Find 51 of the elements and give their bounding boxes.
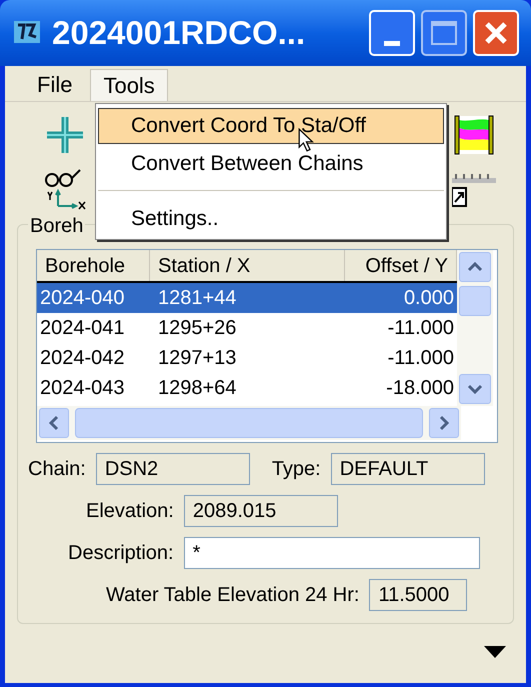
scroll-down-icon[interactable]: [459, 374, 491, 404]
menu-option[interactable]: Convert Coord To Sta/Off: [98, 108, 444, 144]
field-label: Description:: [68, 541, 174, 566]
close-button[interactable]: [473, 10, 519, 56]
dropdown-arrow-icon[interactable]: [484, 646, 506, 658]
text-field[interactable]: DSN2: [96, 453, 250, 485]
close-icon: [483, 20, 509, 46]
horizontal-scrollbar[interactable]: [37, 406, 461, 440]
borehole-list[interactable]: Borehole Station / X Offset / Y 2024-040 1281+44 0.000 2024-041 1295+26 -11.000 2024-042 1297+13 -11.000 2024-043 1298+64 -18.000: [36, 249, 498, 443]
text-field[interactable]: 11.5000: [369, 579, 468, 611]
column-header[interactable]: Borehole: [37, 250, 150, 281]
table-cell-text: -11.000: [386, 346, 455, 371]
table-cell-text: 1297+13: [157, 346, 238, 371]
table-row[interactable]: 2024-041 1295+26 -11.000: [37, 313, 457, 343]
menu-option[interactable]: Settings..: [98, 201, 444, 237]
menu-item[interactable]: Tools: [90, 69, 168, 101]
scroll-thumb[interactable]: [75, 408, 423, 438]
table-cell-text: 2024-040: [39, 286, 126, 311]
table-row[interactable]: 2024-042 1297+13 -11.000: [37, 343, 457, 373]
table-cell-text: 0.000: [402, 286, 455, 311]
table-cell-text: -18.000: [385, 376, 455, 401]
scroll-right-icon[interactable]: [429, 408, 459, 438]
table-cell-text: 1281+44: [157, 286, 238, 311]
field-label: Water Table Elevation 24 Hr:: [106, 583, 360, 608]
table-cell-text: -11.000: [386, 316, 455, 341]
window-title: 2024001RDCO...: [52, 13, 306, 54]
ruler-shortcut-icon[interactable]: [452, 174, 496, 208]
scroll-left-icon[interactable]: [39, 408, 69, 438]
crosshair-icon[interactable]: [44, 114, 86, 156]
scroll-up-icon[interactable]: [459, 252, 491, 282]
minimize-button[interactable]: [369, 10, 415, 56]
vertical-scrollbar[interactable]: [457, 250, 493, 406]
menu-option[interactable]: Convert Between Chains: [98, 146, 444, 182]
text-field[interactable]: 2089.015: [184, 495, 338, 527]
text-field[interactable]: *: [184, 537, 480, 569]
menu-item[interactable]: File: [25, 69, 84, 101]
profile-chart-icon[interactable]: [453, 114, 495, 156]
table-cell-text: 2024-043: [39, 376, 126, 401]
field-label: Chain:: [28, 457, 86, 482]
table-cell-text: 1295+26: [157, 316, 238, 341]
scroll-thumb[interactable]: [459, 286, 491, 316]
table-row[interactable]: 2024-043 1298+64 -18.000: [37, 373, 457, 403]
field-label: Elevation:: [86, 499, 174, 524]
table-cell-text: 2024-042: [39, 346, 126, 371]
maximize-button[interactable]: [421, 10, 467, 56]
text-field[interactable]: DEFAULT: [330, 453, 485, 485]
field-label: Type:: [272, 457, 321, 482]
table-cell-text: 2024-041: [39, 316, 126, 341]
table-row[interactable]: 2024-040 1281+44 0.000: [37, 283, 457, 313]
table-cell-text: 1298+64: [157, 376, 238, 401]
column-header[interactable]: Station / X: [150, 250, 345, 281]
